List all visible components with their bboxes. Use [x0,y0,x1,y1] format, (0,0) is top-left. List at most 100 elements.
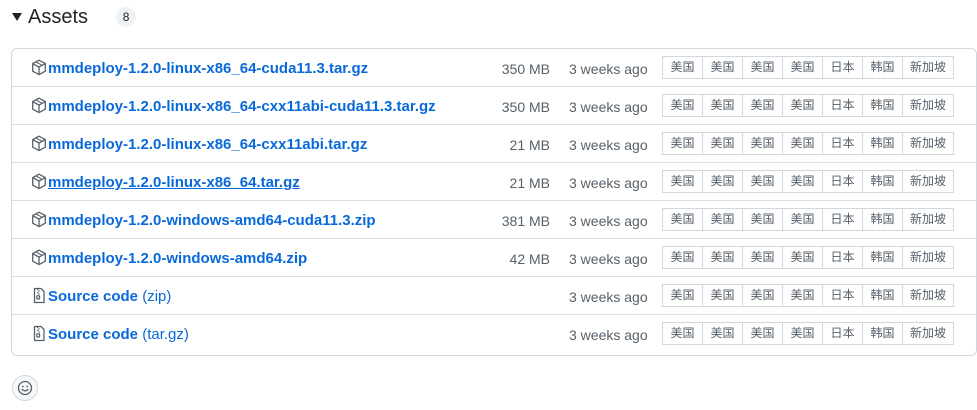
asset-download-link[interactable]: mmdeploy-1.2.0-linux-x86_64-cxx11abi.tar… [48,136,367,153]
mirror-download-button[interactable]: 新加坡 [902,132,954,155]
mirror-download-button[interactable]: 韩国 [862,322,903,345]
asset-timestamp: 3 weeks ago [569,175,648,191]
asset-name-text: mmdeploy-1.2.0-linux-x86_64-cxx11abi.tar… [48,136,368,153]
asset-download-link[interactable]: mmdeploy-1.2.0-linux-x86_64-cuda11.3.tar… [48,60,368,77]
mirror-button-group: 美国 美国 美国 美国 日本 韩国 新加坡 [662,170,954,193]
mirror-download-button[interactable]: 日本 [822,56,863,79]
asset-download-link[interactable]: Source code (zip) [48,288,171,305]
asset-row: mmdeploy-1.2.0-linux-x86_64-cuda11.3.tar… [12,49,976,87]
mirror-button-group: 美国 美国 美国 美国 日本 韩国 新加坡 [662,56,954,79]
asset-download-link[interactable]: Source code (tar.gz) [48,326,189,343]
mirror-download-button[interactable]: 美国 [742,56,783,79]
asset-timestamp: 3 weeks ago [569,213,648,229]
mirror-download-button[interactable]: 韩国 [862,170,903,193]
mirror-button-group: 美国 美国 美国 美国 日本 韩国 新加坡 [662,246,954,269]
asset-size: 21 MB [509,137,550,153]
mirror-download-button[interactable]: 美国 [782,322,823,345]
mirror-download-button[interactable]: 日本 [822,246,863,269]
mirror-download-button[interactable]: 美国 [662,246,703,269]
mirror-download-button[interactable]: 日本 [822,322,863,345]
mirror-download-button[interactable]: 美国 [702,246,743,269]
mirror-download-button[interactable]: 美国 [742,322,783,345]
mirror-download-button[interactable]: 美国 [742,132,783,155]
mirror-download-button[interactable]: 美国 [782,56,823,79]
mirror-download-button[interactable]: 美国 [662,94,703,117]
mirror-download-button[interactable]: 美国 [782,132,823,155]
asset-name-text: mmdeploy-1.2.0-windows-amd64.zip [48,250,308,267]
mirror-download-button[interactable]: 美国 [662,170,703,193]
mirror-download-button[interactable]: 日本 [822,284,863,307]
add-reaction-button[interactable] [12,375,38,401]
mirror-download-button[interactable]: 韩国 [862,56,903,79]
mirror-download-button[interactable]: 日本 [822,208,863,231]
mirror-download-button[interactable]: 美国 [662,132,703,155]
asset-timestamp: 3 weeks ago [569,327,648,343]
asset-download-link[interactable]: mmdeploy-1.2.0-windows-amd64.zip [48,250,307,267]
caret-down-icon[interactable] [12,13,22,21]
mirror-download-button[interactable]: 韩国 [862,246,903,269]
mirror-download-button[interactable]: 美国 [702,94,743,117]
mirror-download-button[interactable]: 美国 [662,322,703,345]
mirror-download-button[interactable]: 新加坡 [902,94,954,117]
asset-row: Source code (zip) 3 weeks ago 美国 美国 美国 美国 日本 韩国… [12,277,976,315]
asset-name-text: mmdeploy-1.2.0-linux-x86_64.tar.gz [48,174,300,191]
asset-name-text: mmdeploy-1.2.0-linux-x86_64-cxx11abi-cud… [48,98,436,115]
mirror-download-button[interactable]: 新加坡 [902,284,954,307]
mirror-download-button[interactable]: 美国 [782,170,823,193]
mirror-download-button[interactable]: 美国 [782,246,823,269]
asset-row: Source code (tar.gz) 3 weeks ago 美国 美国 美国 美国日… [12,315,976,353]
asset-row: mmdeploy-1.2.0-linux-x86_64-cxx11abi-cud… [12,87,976,125]
mirror-download-button[interactable]: 美国 [742,170,783,193]
mirror-button-group: 美国 美国 美国 美国 日本 韩国 新加坡 [662,284,954,307]
mirror-download-button[interactable]: 韩国 [862,94,903,117]
asset-timestamp: 3 weeks ago [569,99,648,115]
mirror-button-group: 美国 美国 美国 美国 日本 韩国 新加坡 [662,94,954,117]
assets-count-badge: 8 [116,7,137,27]
package-icon [31,135,47,152]
mirror-download-button[interactable]: 韩国 [862,208,903,231]
asset-row: mmdeploy-1.2.0-linux-x86_64.tar.gz 21 MB 3… [12,163,976,201]
mirror-download-button[interactable]: 新加坡 [902,170,954,193]
mirror-download-button[interactable]: 新加坡 [902,246,954,269]
mirror-download-button[interactable]: 日本 [822,170,863,193]
mirror-download-button[interactable]: 新加坡 [902,322,954,345]
asset-size: 350 MB [501,99,550,115]
asset-name-text: Source code [48,288,139,305]
mirror-download-button[interactable]: 新加坡 [902,56,954,79]
mirror-download-button[interactable]: 美国 [742,208,783,231]
asset-row: mmdeploy-1.2.0-linux-x86_64-cxx11abi.tar… [12,125,976,163]
asset-download-link[interactable]: mmdeploy-1.2.0-linux-x86_64-cxx11abi-cud… [48,98,436,115]
asset-timestamp: 3 weeks ago [569,251,648,267]
mirror-download-button[interactable]: 日本 [822,94,863,117]
mirror-download-button[interactable]: 美国 [782,94,823,117]
mirror-download-button[interactable]: 美国 [782,284,823,307]
asset-name-text: mmdeploy-1.2.0-windows-amd64-cuda11.3.zi… [48,212,376,229]
smiley-icon [17,380,33,396]
mirror-download-button[interactable]: 美国 [662,284,703,307]
mirror-download-button[interactable]: 美国 [742,246,783,269]
mirror-download-button[interactable]: 韩国 [862,284,903,307]
mirror-download-button[interactable]: 日本 [822,132,863,155]
mirror-download-button[interactable]: 美国 [702,132,743,155]
mirror-download-button[interactable]: 美国 [702,284,743,307]
mirror-download-button[interactable]: 美国 [662,208,703,231]
mirror-download-button[interactable]: 美国 [782,208,823,231]
mirror-download-button[interactable]: 美国 [702,170,743,193]
mirror-download-button[interactable]: 新加坡 [902,208,954,231]
mirror-download-button[interactable]: 美国 [742,284,783,307]
asset-size: 381 MB [501,213,550,229]
asset-name-text: mmdeploy-1.2.0-linux-x86_64-cuda11.3.tar… [48,60,369,77]
mirror-download-button[interactable]: 美国 [662,56,703,79]
mirror-download-button[interactable]: 韩国 [862,132,903,155]
asset-timestamp: 3 weeks ago [569,137,648,153]
asset-size: 21 MB [509,175,550,191]
mirror-download-button[interactable]: 美国 [702,56,743,79]
assets-summary[interactable]: Assets 8 [12,4,137,30]
asset-download-link[interactable]: mmdeploy-1.2.0-windows-amd64-cuda11.3.zi… [48,212,376,229]
mirror-download-button[interactable]: 美国 [702,208,743,231]
mirror-download-button[interactable]: 美国 [742,94,783,117]
mirror-download-button[interactable]: 美国 [702,322,743,345]
file-zip-icon [31,325,47,342]
asset-download-link[interactable]: mmdeploy-1.2.0-linux-x86_64.tar.gz [48,174,300,191]
package-icon [31,97,47,114]
